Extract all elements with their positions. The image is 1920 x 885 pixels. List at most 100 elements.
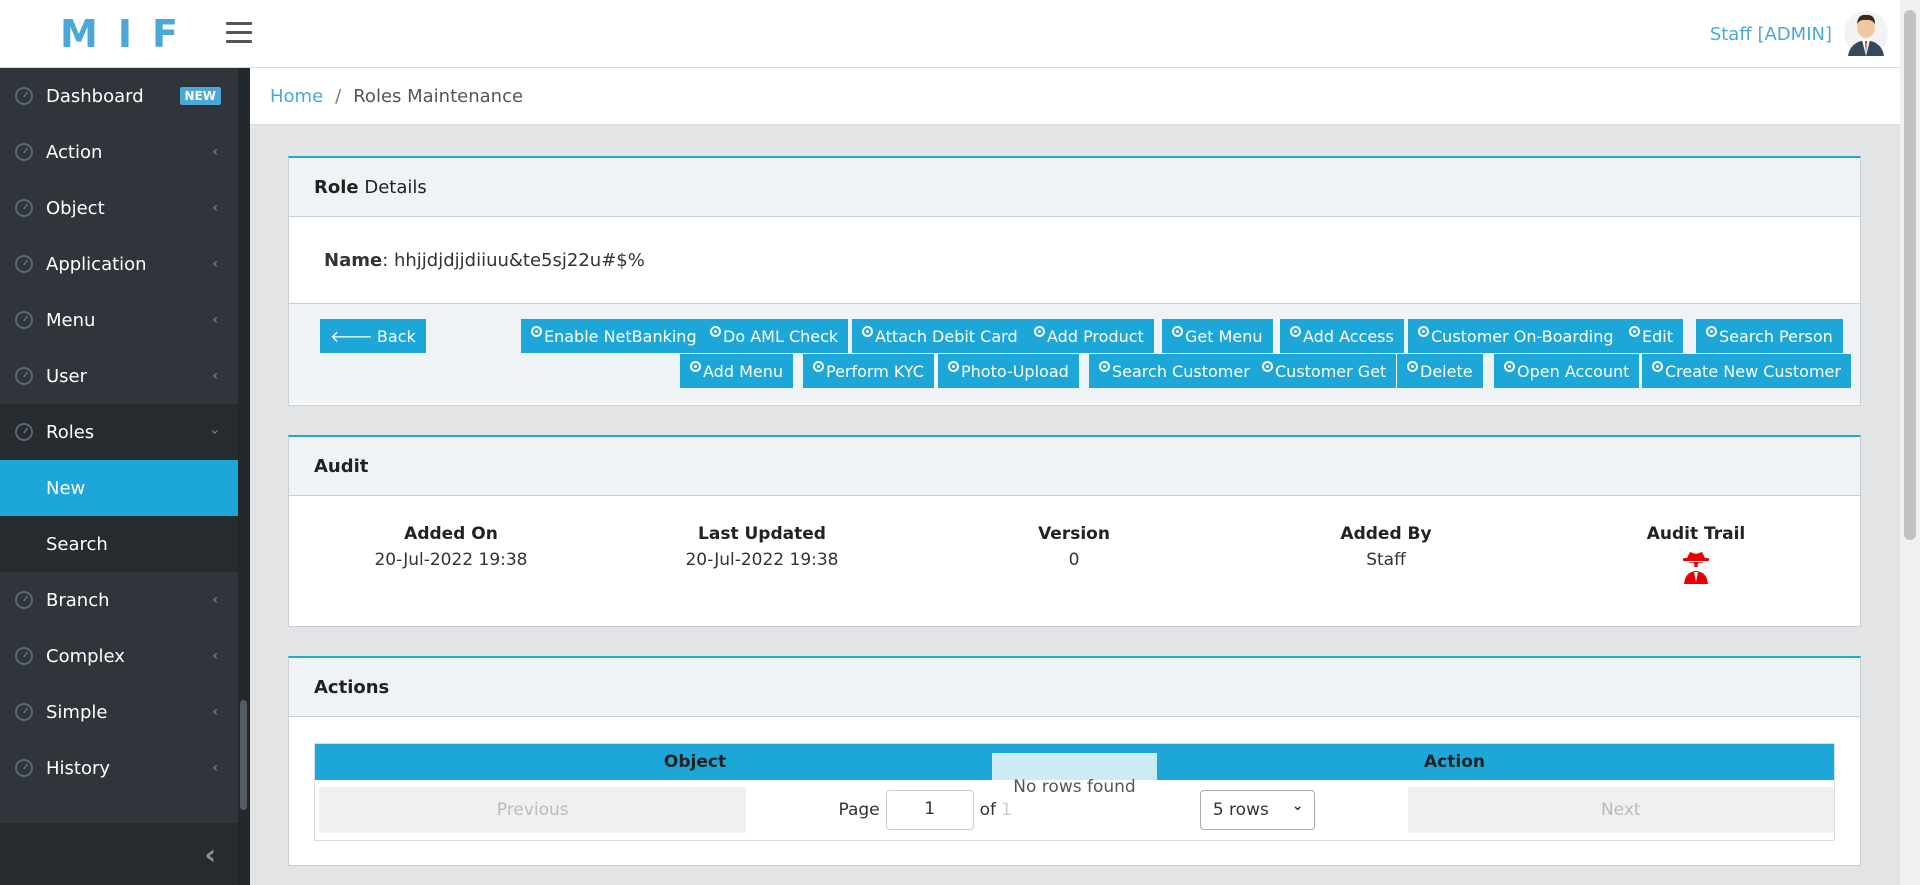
speedometer-icon <box>15 647 33 665</box>
button-label: Customer Get <box>1275 361 1387 381</box>
page-number-input[interactable]: 1 <box>885 790 974 830</box>
rows-per-page-select[interactable]: 5 rows ⌄ <box>1199 790 1315 830</box>
audit-value: 0 <box>1068 550 1080 570</box>
speedometer-icon <box>15 591 33 609</box>
user-name[interactable]: Staff [ADMIN] <box>1710 24 1832 45</box>
role-button-bar: 🡐 Back Enable NetBanking Do AML Check Att… <box>289 303 1860 403</box>
button-label: Add Product <box>1047 326 1144 346</box>
sidebar-item-application[interactable]: Application ‹ <box>0 236 238 292</box>
add-product-button[interactable]: Add Product <box>1024 319 1154 353</box>
chevron-left-icon: ‹ <box>212 312 218 328</box>
sidebar-item-branch[interactable]: Branch ‹ <box>0 572 238 628</box>
add-menu-button[interactable]: Add Menu <box>680 354 793 388</box>
back-button[interactable]: 🡐 Back <box>320 319 426 353</box>
of-label: of <box>979 800 996 820</box>
previous-button[interactable]: Previous <box>319 787 747 833</box>
button-label: Photo-Upload <box>961 361 1069 381</box>
button-label: Attach Debit Card <box>875 326 1018 346</box>
do-aml-check-button[interactable]: Do AML Check <box>700 319 849 353</box>
breadcrumb-current: Roles Maintenance <box>353 85 524 107</box>
audit-card: Audit Added On 20-Jul-2022 19:38 Last Up… <box>288 435 1861 627</box>
audit-added-by: Added By Staff <box>1286 524 1486 570</box>
sidebar-item-label: Dashboard <box>46 85 144 107</box>
next-button[interactable]: Next <box>1407 787 1834 833</box>
page-scrollbar[interactable] <box>1900 0 1920 885</box>
actions-card: Actions Object Action Previous Page 1 of… <box>288 656 1861 866</box>
enable-netbanking-button[interactable]: Enable NetBanking <box>521 319 707 353</box>
speedometer-icon <box>15 703 33 721</box>
audit-label: Last Updated <box>698 524 826 544</box>
card-header: Role Details <box>289 158 1860 217</box>
user-avatar-icon[interactable] <box>1844 10 1888 56</box>
sidebar-item-dashboard[interactable]: Dashboard NEW <box>0 68 238 124</box>
chevron-left-icon: ‹ <box>212 592 218 608</box>
chevron-left-icon[interactable]: ‹ <box>204 838 216 871</box>
button-label: Search Person <box>1719 326 1833 346</box>
perform-kyc-button[interactable]: Perform KYC <box>803 354 934 388</box>
card-title: Actions <box>314 676 390 698</box>
column-header-action[interactable]: Action <box>1075 744 1834 780</box>
add-access-button[interactable]: Add Access <box>1280 319 1404 353</box>
customer-onboarding-button[interactable]: Customer On-Boarding <box>1408 319 1624 353</box>
sidebar-item-object[interactable]: Object ‹ <box>0 180 238 236</box>
sidebar-item-label: History <box>46 757 111 779</box>
audit-last-updated: Last Updated 20-Jul-2022 19:38 <box>662 524 862 570</box>
speedometer-icon <box>15 311 33 329</box>
search-customer-button[interactable]: Search Customer <box>1089 354 1260 388</box>
button-label: Open Account <box>1517 361 1630 381</box>
button-label: Edit <box>1642 326 1673 346</box>
role-name-row: Name: hhjjdjdjjdiiuu&te5sj22u#$% <box>289 217 1860 303</box>
get-menu-button[interactable]: Get Menu <box>1162 319 1273 353</box>
sidebar-scrollbar-thumb[interactable] <box>240 700 247 810</box>
sidebar-item-label: Application <box>46 253 147 275</box>
role-name-value: : hhjjdjdjjdiiuu&te5sj22u#$% <box>382 249 645 271</box>
edit-button[interactable]: Edit <box>1619 319 1683 353</box>
spy-icon[interactable] <box>1681 550 1711 584</box>
page-label: Page <box>838 800 880 820</box>
chevron-left-icon: ‹ <box>212 368 218 384</box>
sidebar-subitem-new[interactable]: New <box>0 460 238 516</box>
audit-label: Added On <box>404 524 498 544</box>
delete-button[interactable]: Delete <box>1397 354 1483 388</box>
sidebar-item-simple[interactable]: Simple ‹ <box>0 684 238 740</box>
sidebar-item-user[interactable]: User ‹ <box>0 348 238 404</box>
sidebar-item-menu[interactable]: Menu ‹ <box>0 292 238 348</box>
sidebar-subitem-search[interactable]: Search <box>0 516 238 572</box>
sidebar-scrollbar[interactable] <box>238 68 250 885</box>
page-scrollbar-thumb[interactable] <box>1904 10 1916 540</box>
audit-value: Staff <box>1366 550 1406 570</box>
sidebar-item-action[interactable]: Action ‹ <box>0 124 238 180</box>
sidebar-item-roles[interactable]: Roles ‹ <box>0 404 238 460</box>
column-header-object[interactable]: Object <box>315 744 1075 780</box>
customer-get-button[interactable]: Customer Get <box>1252 354 1397 388</box>
circle-dot-icon <box>1407 360 1418 372</box>
chevron-left-icon: ‹ <box>212 256 218 272</box>
button-label: Customer On-Boarding <box>1431 326 1614 346</box>
card-title-rest: Details <box>358 176 427 198</box>
audit-body: Added On 20-Jul-2022 19:38 Last Updated … <box>289 496 1860 627</box>
open-account-button[interactable]: Open Account <box>1494 354 1640 388</box>
audit-label: Added By <box>1340 524 1432 544</box>
search-person-button[interactable]: Search Person <box>1696 319 1843 353</box>
circle-dot-icon <box>1034 325 1045 337</box>
photo-upload-button[interactable]: Photo-Upload <box>938 354 1079 388</box>
back-button-label: Back <box>376 326 416 346</box>
sidebar-item-complex[interactable]: Complex ‹ <box>0 628 238 684</box>
sidebar-minimizer[interactable]: ‹ <box>0 823 238 885</box>
sidebar-item-history[interactable]: History ‹ <box>0 740 238 796</box>
sidebar: Dashboard NEW Action ‹ Object ‹ Applicat… <box>0 68 238 885</box>
audit-label: Version <box>1038 524 1110 544</box>
audit-added-on: Added On 20-Jul-2022 19:38 <box>351 524 551 570</box>
attach-debit-card-button[interactable]: Attach Debit Card <box>852 319 1028 353</box>
chevron-left-icon: ‹ <box>212 704 218 720</box>
button-label: Add Access <box>1303 326 1394 346</box>
card-header: Actions <box>289 658 1860 717</box>
audit-version: Version 0 <box>974 524 1174 570</box>
circle-dot-icon <box>1706 325 1717 337</box>
audit-trail: Audit Trail <box>1596 524 1796 584</box>
button-label: Enable NetBanking <box>544 326 697 346</box>
breadcrumb-home[interactable]: Home <box>270 86 323 107</box>
create-new-customer-button[interactable]: Create New Customer <box>1642 354 1851 388</box>
menu-toggle-icon[interactable] <box>226 22 252 44</box>
app-logo[interactable]: MIF <box>0 0 240 68</box>
